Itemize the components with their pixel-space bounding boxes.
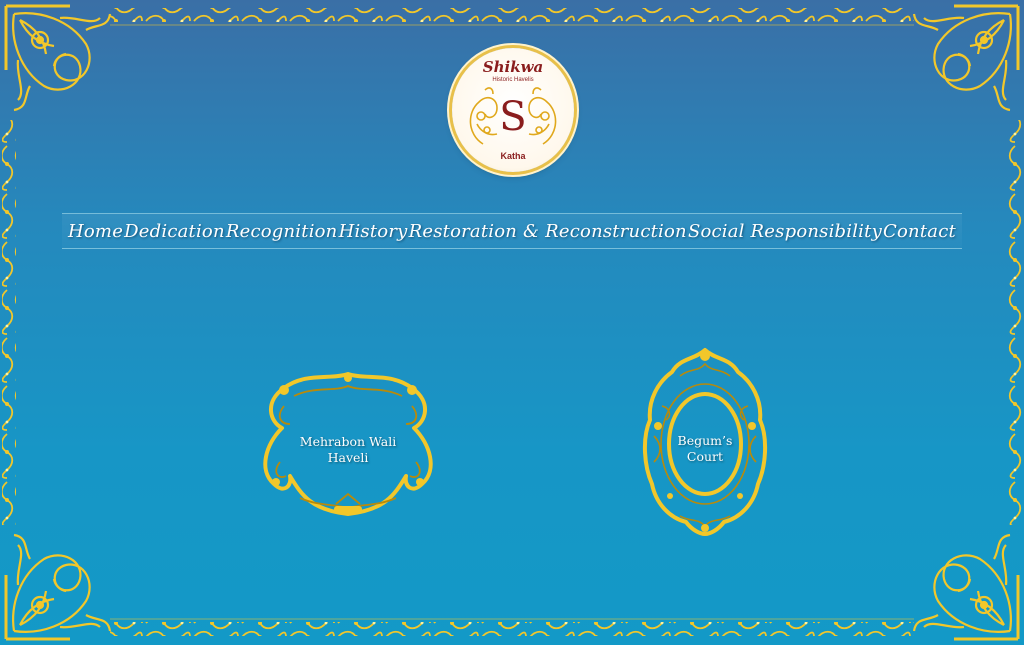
logo-katha: Katha: [500, 151, 526, 161]
haveli-link-mehrabon-wali[interactable]: Mehrabon Wali Haveli: [254, 366, 442, 522]
nav-home[interactable]: Home: [68, 221, 123, 242]
peacock-monogram-icon: S: [469, 87, 557, 145]
plaque-title-line2: Haveli: [327, 450, 369, 465]
plaque-title-line2: Court: [686, 449, 724, 464]
nav-recognition[interactable]: Recognition: [226, 221, 338, 242]
nav-contact[interactable]: Contact: [883, 221, 956, 242]
nav-dedication[interactable]: Dedication: [124, 221, 225, 242]
nav-history[interactable]: History: [339, 221, 408, 242]
nav-restoration[interactable]: Restoration & Reconstruction: [409, 221, 687, 242]
logo-title: Shikwa: [482, 58, 544, 76]
haveli-link-begums-court[interactable]: Begum’s Court: [640, 346, 770, 536]
site-logo[interactable]: Shikwa Historic Havelis S Katha: [452, 48, 574, 172]
nav-social-responsibility[interactable]: Social Responsibility: [688, 221, 882, 242]
plaque-title-line1: Begum’s: [677, 433, 733, 448]
logo-monogram: S: [499, 94, 526, 140]
main-nav: Home Dedication Recognition History Rest…: [62, 213, 962, 249]
plaque-title-line1: Mehrabon Wali: [299, 434, 397, 449]
logo-subtitle: Historic Havelis: [492, 77, 534, 83]
